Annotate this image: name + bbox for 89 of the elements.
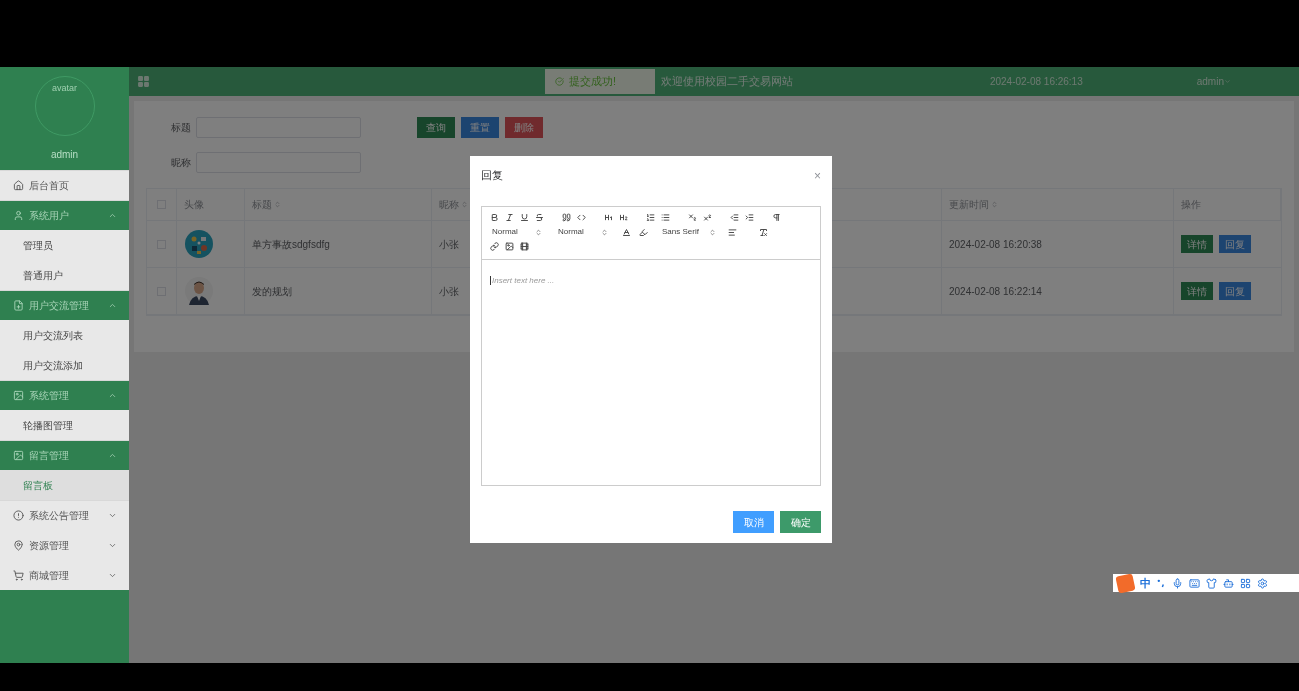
note-icon xyxy=(13,300,24,311)
table-cell-text: 2024-02-08 16:20:38 xyxy=(949,237,1042,252)
superscript-icon[interactable] xyxy=(703,213,712,222)
format-picker[interactable]: Normal xyxy=(556,226,614,238)
toast-text: 提交成功! xyxy=(569,74,617,90)
reply-button[interactable]: 回复 xyxy=(1219,235,1251,253)
shirt-icon[interactable] xyxy=(1206,577,1217,589)
avatar-label: avatar xyxy=(52,82,77,95)
cancel-button[interactable]: 取消 xyxy=(733,511,774,533)
updown-icon xyxy=(709,228,716,236)
pin-icon xyxy=(13,539,24,551)
video-icon[interactable] xyxy=(520,242,529,251)
heading-one-icon[interactable] xyxy=(604,213,613,222)
sort-icon xyxy=(991,201,998,208)
field-label: 昵称 xyxy=(170,156,192,170)
grid-icon[interactable] xyxy=(1240,577,1251,589)
table-cell-text: 发的规划 xyxy=(252,284,292,299)
check-icon xyxy=(555,77,564,86)
highlighter-icon[interactable] xyxy=(639,227,648,237)
image-icon xyxy=(13,450,24,461)
home-icon xyxy=(13,180,24,191)
punctuation-icon[interactable] xyxy=(1157,578,1166,588)
sidebar-username: admin xyxy=(50,148,79,162)
field-label: 标题 xyxy=(170,121,192,135)
quote-icon[interactable] xyxy=(562,213,571,222)
align-left-icon[interactable] xyxy=(728,227,737,237)
format-picker[interactable]: Normal xyxy=(490,226,548,238)
reply-button[interactable]: 回复 xyxy=(1219,282,1251,300)
table-cell-text: 小张 xyxy=(439,237,459,252)
table-cell-text: 小张 xyxy=(439,284,459,299)
user-menu[interactable]: admin xyxy=(1196,74,1231,89)
link-icon[interactable] xyxy=(490,242,499,251)
sort-icon xyxy=(274,201,281,208)
microphone-icon[interactable] xyxy=(1172,577,1183,589)
italic-icon[interactable] xyxy=(505,213,514,222)
submenu-item[interactable]: 用户交流添加 xyxy=(0,350,129,380)
ime-mode[interactable]: 中 xyxy=(1140,574,1151,592)
bold-icon[interactable] xyxy=(490,213,499,222)
settings-icon[interactable] xyxy=(1257,577,1268,589)
dialog-title: 回复 xyxy=(481,168,503,184)
submenu-item[interactable]: 普通用户 xyxy=(0,260,129,290)
table-cell-text: 单方事故sdgfsdfg xyxy=(252,237,330,252)
text-color-icon[interactable] xyxy=(622,227,631,237)
delete-button[interactable]: 删除 xyxy=(505,117,543,138)
keyboard-icon[interactable] xyxy=(1189,577,1200,589)
sort-icon xyxy=(461,201,468,208)
reset-button[interactable]: 重置 xyxy=(461,117,499,138)
editor-placeholder[interactable]: Insert text here ... xyxy=(490,276,555,285)
underline-icon[interactable] xyxy=(520,213,529,222)
numbered-list-icon[interactable] xyxy=(646,213,655,222)
header-datetime: 2024-02-08 16:26:13 xyxy=(989,75,1083,89)
caret-icon xyxy=(1224,78,1231,85)
updown-icon xyxy=(601,228,608,236)
chevron-down-icon xyxy=(108,511,117,520)
confirm-button[interactable]: 确定 xyxy=(780,511,821,533)
menu-item[interactable]: 系统公告管理 xyxy=(0,500,129,530)
submenu-item[interactable]: 留言板 xyxy=(0,470,129,500)
image-icon xyxy=(13,390,24,401)
indent-icon[interactable] xyxy=(745,213,754,222)
subscript-icon[interactable] xyxy=(688,213,697,222)
image-icon[interactable] xyxy=(505,242,514,251)
chevron-up-icon xyxy=(108,451,117,460)
user-icon xyxy=(13,210,24,221)
chevron-up-icon xyxy=(108,391,117,400)
heading-two-icon[interactable] xyxy=(619,213,628,222)
robot-icon[interactable] xyxy=(1223,577,1234,589)
alert-icon xyxy=(13,510,24,521)
code-icon[interactable] xyxy=(577,213,586,222)
cart-icon xyxy=(13,569,24,581)
menu-item[interactable]: 后台首页 xyxy=(0,170,129,200)
submenu-item[interactable]: 轮播图管理 xyxy=(0,410,129,440)
strikethrough-icon[interactable] xyxy=(535,213,544,222)
details-button[interactable]: 详情 xyxy=(1181,282,1213,300)
bullet-list-icon[interactable] xyxy=(661,213,670,222)
menu-item[interactable]: 资源管理 xyxy=(0,530,129,560)
details-button[interactable]: 详情 xyxy=(1181,235,1213,253)
menu-item[interactable]: 商城管理 xyxy=(0,560,129,590)
table-cell-text: 2024-02-08 16:22:14 xyxy=(949,284,1042,299)
outdent-icon[interactable] xyxy=(730,213,739,222)
chevron-up-icon xyxy=(108,301,117,310)
pilcrow-icon[interactable] xyxy=(772,213,781,222)
close-button[interactable]: × xyxy=(814,169,821,182)
query-button[interactable]: 查询 xyxy=(417,117,455,138)
updown-icon xyxy=(535,228,542,236)
submenu-item[interactable]: 用户交流列表 xyxy=(0,320,129,350)
font-picker[interactable]: Sans Serif xyxy=(662,226,720,238)
clear-format-icon[interactable] xyxy=(759,227,768,237)
chevron-up-icon xyxy=(108,211,117,220)
submenu-item[interactable]: 管理员 xyxy=(0,230,129,260)
